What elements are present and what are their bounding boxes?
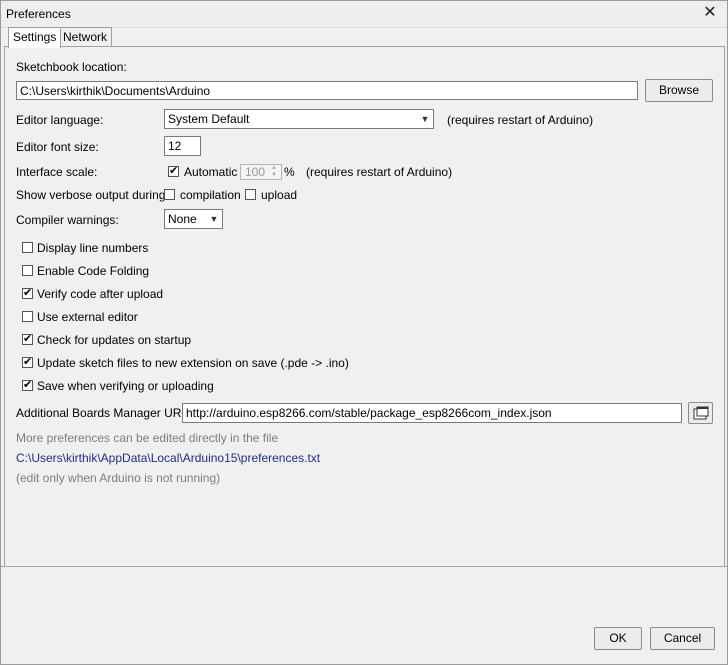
settings-panel: Sketchbook location: C:\Users\kirthik\Do… — [4, 46, 725, 567]
option-checkbox[interactable]: ✔ — [22, 287, 33, 299]
boards-urls-input[interactable]: http://arduino.esp8266.com/stable/packag… — [182, 403, 682, 423]
checkmark-icon: ✔ — [23, 379, 33, 391]
checkmark-icon: ✔ — [23, 333, 33, 345]
tab-network[interactable]: Network — [58, 27, 113, 47]
option-label: Save when verifying or uploading — [37, 379, 214, 393]
compilation-label: compilation — [180, 188, 241, 202]
language-value: System Default — [168, 112, 250, 126]
option-label: Verify code after upload — [37, 287, 164, 301]
option-checkbox[interactable]: ✔ — [22, 356, 33, 368]
verbose-label: Show verbose output during: — [16, 188, 169, 202]
edit-urls-button[interactable] — [688, 402, 713, 424]
close-icon[interactable]: ✕ — [701, 4, 719, 22]
preferences-file-path[interactable]: C:\Users\kirthik\AppData\Local\Arduino15… — [16, 451, 320, 465]
checkmark-icon: ✔ — [169, 165, 179, 177]
window-list-icon — [693, 406, 708, 420]
language-label: Editor language: — [16, 113, 104, 127]
font-size-input[interactable]: 12 — [164, 136, 201, 156]
window-title: Preferences — [6, 7, 71, 21]
option-label: Display line numbers — [37, 241, 149, 255]
spinner-arrows-icon[interactable]: ▲ ▼ — [268, 165, 280, 179]
automatic-checkbox[interactable]: ✔ — [168, 165, 179, 177]
upload-label: upload — [261, 188, 298, 202]
cancel-button[interactable]: Cancel — [650, 627, 715, 650]
option-checkbox[interactable]: ✔ — [22, 333, 33, 345]
tab-settings[interactable]: Settings — [8, 27, 62, 48]
upload-checkbox[interactable] — [245, 189, 256, 200]
language-select[interactable]: System Default ▼ — [164, 109, 434, 129]
edit-note-text: (edit only when Arduino is not running) — [16, 471, 221, 485]
compilation-checkbox[interactable] — [164, 189, 175, 200]
warnings-select[interactable]: None ▼ — [164, 209, 223, 229]
more-prefs-text: More preferences can be edited directly … — [16, 431, 279, 445]
option-checkbox[interactable] — [22, 311, 33, 322]
font-size-label: Editor font size: — [16, 140, 99, 154]
option-label: Update sketch files to new extension on … — [37, 356, 349, 370]
title-bar: Preferences ✕ — [1, 1, 727, 28]
browse-button[interactable]: Browse — [645, 79, 713, 102]
sketchbook-label: Sketchbook location: — [16, 60, 127, 74]
checkmark-icon: ✔ — [23, 356, 33, 368]
option-checkbox[interactable]: ✔ — [22, 379, 33, 391]
footer-divider — [1, 566, 727, 567]
scale-restart-note: (requires restart of Arduino) — [306, 165, 453, 179]
scale-value: 100 — [245, 165, 266, 179]
option-label: Use external editor — [37, 310, 138, 324]
interface-scale-label: Interface scale: — [16, 165, 98, 179]
scale-unit: % — [284, 165, 295, 179]
option-label: Enable Code Folding — [37, 264, 150, 278]
chevron-down-icon: ▼ — [209, 214, 219, 224]
option-checkbox[interactable] — [22, 265, 33, 276]
ok-button[interactable]: OK — [594, 627, 642, 650]
chevron-down-icon: ▼ — [420, 114, 430, 124]
scale-spinner[interactable]: 100 ▲ ▼ — [240, 164, 282, 180]
option-checkbox[interactable] — [22, 242, 33, 253]
option-label: Check for updates on startup — [37, 333, 192, 347]
automatic-label: Automatic — [184, 165, 238, 179]
warnings-label: Compiler warnings: — [16, 213, 119, 227]
language-restart-note: (requires restart of Arduino) — [447, 113, 594, 127]
checkmark-icon: ✔ — [23, 287, 33, 299]
sketchbook-location-input[interactable]: C:\Users\kirthik\Documents\Arduino — [16, 81, 638, 100]
preferences-window: Preferences ✕ Settings Network Sketchboo… — [0, 0, 728, 665]
boards-urls-label: Additional Boards Manager URLs: — [16, 406, 198, 420]
warnings-value: None — [168, 212, 197, 226]
